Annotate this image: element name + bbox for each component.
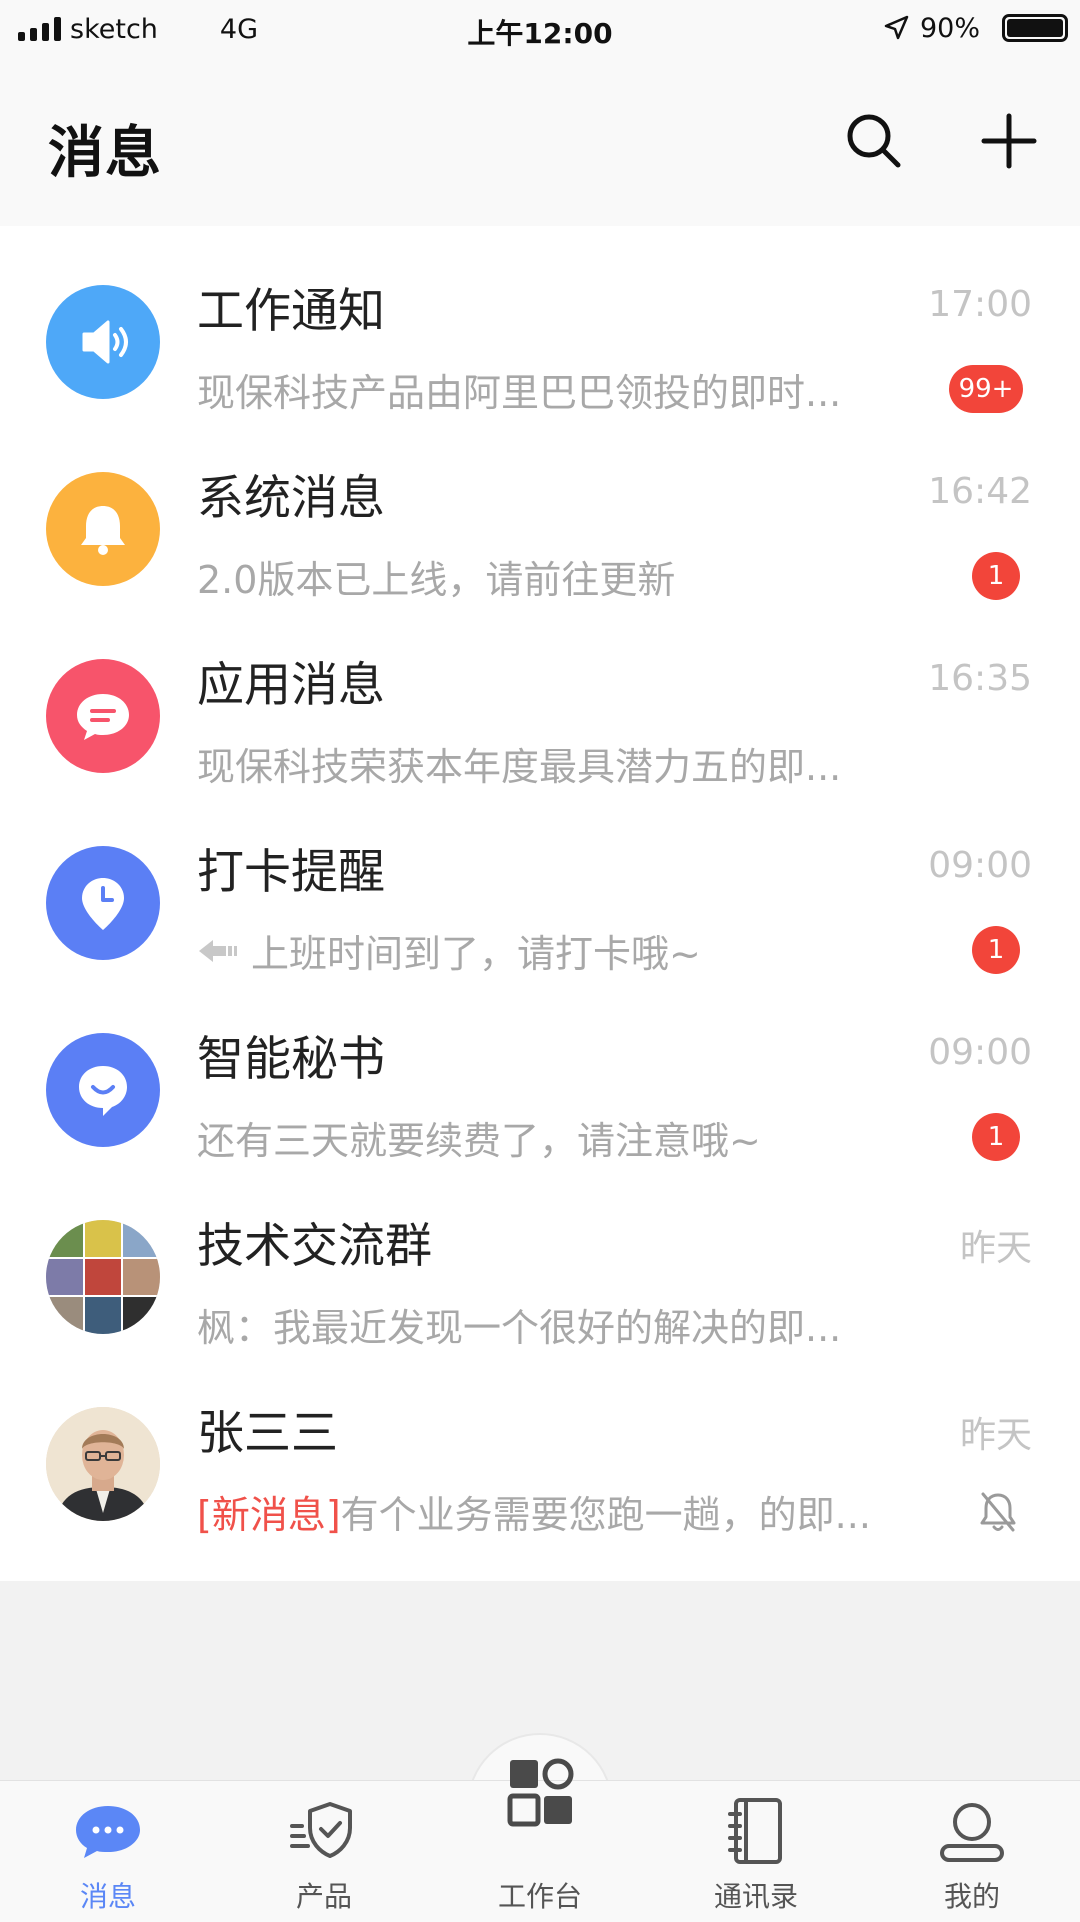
user-icon — [940, 1803, 1004, 1862]
item-time: 昨天 — [959, 1415, 1032, 1456]
item-preview: 枫：我最近发现一个很好的解决的即... — [197, 1306, 842, 1350]
tab-contacts[interactable]: 通讯录 — [648, 1780, 864, 1921]
tab-me[interactable]: 我的 — [864, 1780, 1080, 1921]
tab-label: 工作台 — [497, 1880, 582, 1913]
location-clock-icon — [46, 846, 160, 960]
list-item-work-notice[interactable]: 工作通知 17:00 现保科技产品由阿里巴巴领投的即时... 99+ — [0, 226, 1080, 415]
list-item-zhang-san-san[interactable]: 张三三 昨天 [新消息] 有个业务需要您跑一趟，的即... — [0, 1348, 1080, 1537]
item-preview: 现保科技荣获本年度最具潜力五的即... — [197, 745, 842, 789]
item-preview-row: [新消息] 有个业务需要您跑一趟，的即... — [197, 1484, 871, 1539]
item-title: 工作通知 — [197, 284, 385, 339]
tab-label: 消息 — [79, 1880, 136, 1913]
tab-messages[interactable]: 消息 — [0, 1780, 216, 1921]
item-time: 09:00 — [928, 1032, 1032, 1073]
tab-label: 我的 — [943, 1880, 1000, 1913]
item-time: 昨天 — [959, 1228, 1032, 1269]
unread-badge: 99+ — [949, 365, 1023, 413]
header: 消息 — [0, 58, 1080, 226]
smile-bubble-icon — [46, 1033, 160, 1147]
item-preview: 上班时间到了，请打卡哦~ — [251, 932, 701, 976]
search-button[interactable] — [843, 110, 905, 172]
add-button[interactable] — [978, 110, 1040, 172]
list-item-system-message[interactable]: 系统消息 16:42 2.0版本已上线，请前往更新 1 — [0, 413, 1080, 602]
item-time: 09:00 — [928, 845, 1032, 886]
item-time: 17:00 — [928, 284, 1032, 325]
tab-products[interactable]: 产品 — [216, 1780, 432, 1921]
item-preview: 有个业务需要您跑一趟，的即... — [340, 1493, 871, 1537]
battery-percent: 90% — [919, 12, 980, 44]
unread-badge: 1 — [972, 926, 1020, 974]
item-preview: 还有三天就要续费了，请注意哦~ — [197, 1119, 761, 1163]
unread-badge: 1 — [972, 552, 1020, 600]
item-title: 智能秘书 — [197, 1032, 385, 1087]
page-title: 消息 — [48, 121, 162, 186]
item-title: 打卡提醒 — [197, 845, 385, 900]
message-icon — [76, 1806, 140, 1858]
unread-badge: 1 — [972, 1113, 1020, 1161]
message-list: 工作通知 17:00 现保科技产品由阿里巴巴领投的即时... 99+ 系统消息 … — [0, 226, 1080, 1581]
list-item-smart-secretary[interactable]: 智能秘书 09:00 还有三天就要续费了，请注意哦~ 1 — [0, 974, 1080, 1163]
item-preview: 现保科技产品由阿里巴巴领投的即时... — [197, 371, 842, 415]
tab-label: 通讯录 — [713, 1880, 798, 1913]
status-right: 90% — [882, 10, 1068, 46]
chat-bubble-icon — [46, 659, 160, 773]
group-avatar — [46, 1220, 160, 1334]
item-preview-row: 上班时间到了，请打卡哦~ — [197, 923, 701, 978]
workbench-grid-icon — [507, 1758, 574, 1827]
status-bar: sketch 4G 上午12:00 90% — [0, 0, 1080, 58]
item-title: 技术交流群 — [197, 1219, 432, 1274]
item-title: 张三三 — [197, 1406, 338, 1461]
item-time: 16:42 — [928, 471, 1032, 512]
plus-icon — [981, 113, 1037, 169]
tab-workbench[interactable]: 工作台 — [432, 1758, 648, 1921]
arrow-left-icon — [199, 939, 237, 962]
speaker-icon — [46, 285, 160, 399]
list-item-clock-in-reminder[interactable]: 打卡提醒 09:00 上班时间到了，请打卡哦~ 1 — [0, 787, 1080, 976]
shield-check-icon — [290, 1802, 352, 1858]
list-item-app-message[interactable]: 应用消息 16:35 现保科技荣获本年度最具潜力五的即... — [0, 600, 1080, 789]
bell-off-icon — [980, 1492, 1016, 1532]
item-title: 应用消息 — [197, 658, 385, 713]
battery-icon — [1002, 14, 1068, 42]
bell-icon — [46, 472, 160, 586]
location-arrow-icon — [884, 15, 909, 40]
new-message-tag: [新消息] — [197, 1493, 341, 1537]
contacts-book-icon — [728, 1798, 782, 1864]
item-title: 系统消息 — [197, 471, 385, 526]
search-icon — [847, 114, 901, 168]
item-time: 16:35 — [928, 658, 1032, 699]
list-item-tech-group[interactable]: 技术交流群 昨天 枫：我最近发现一个很好的解决的即... — [0, 1161, 1080, 1350]
user-avatar — [46, 1407, 160, 1521]
tab-label: 产品 — [295, 1880, 352, 1913]
item-preview: 2.0版本已上线，请前往更新 — [197, 558, 676, 602]
